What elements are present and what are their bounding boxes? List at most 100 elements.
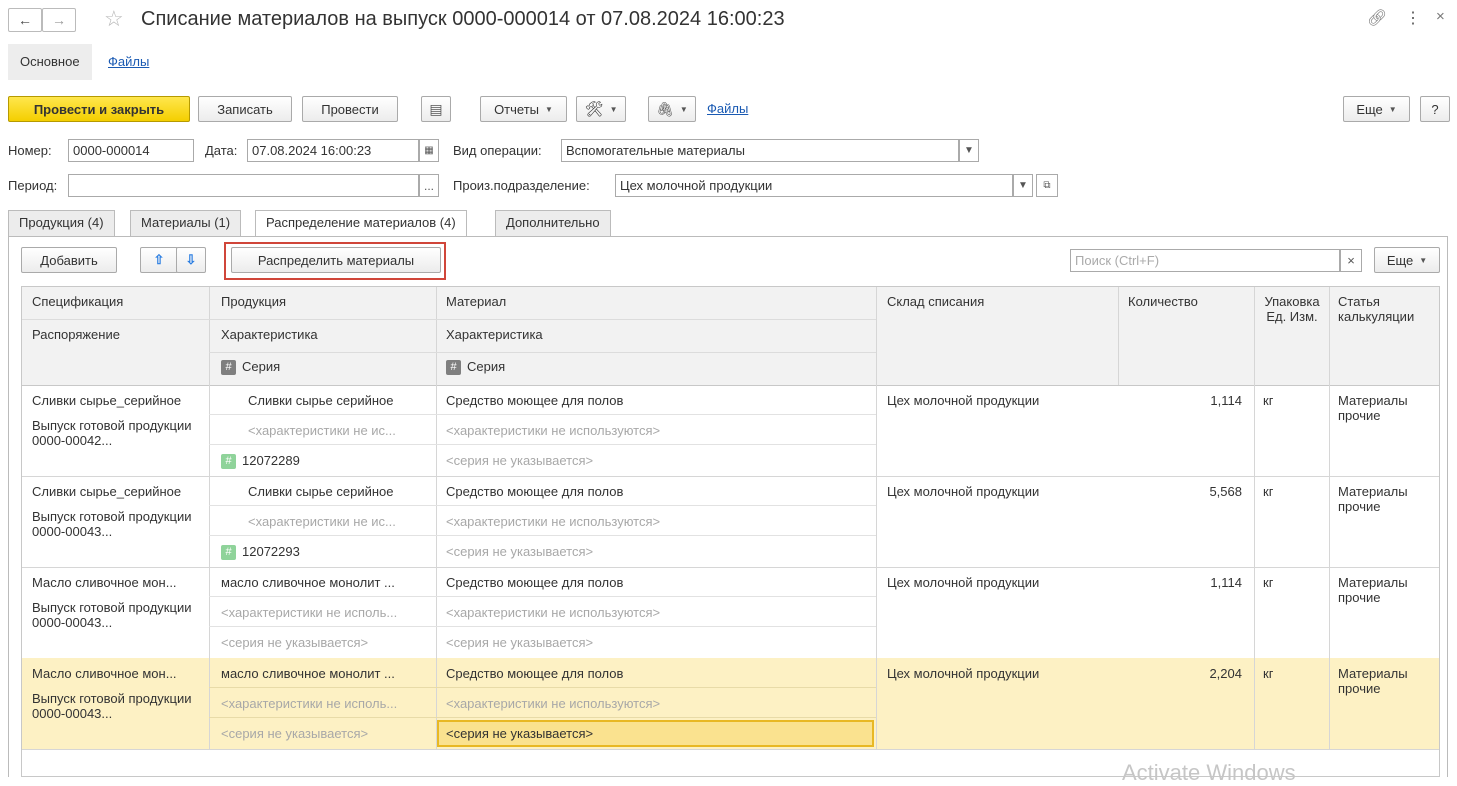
- quantity-cell: 1,114: [1210, 575, 1242, 590]
- cost-item-cell: Материалы прочие: [1338, 393, 1408, 423]
- material-series-cell: <серия не указывается>: [446, 544, 594, 559]
- col-warehouse[interactable]: Склад списания: [887, 294, 984, 309]
- chevron-down-icon: ▼: [609, 104, 618, 114]
- tools-button[interactable]: 🛠︎ ▼: [576, 96, 626, 122]
- col-quantity[interactable]: Количество: [1128, 294, 1198, 309]
- col-product-series[interactable]: # Серия: [221, 359, 280, 376]
- link-icon[interactable]: 🔗︎: [1367, 8, 1387, 28]
- product-cell: Сливки сырье серийное: [248, 393, 394, 408]
- product-cell: масло сливочное монолит ...: [221, 575, 395, 590]
- more-button[interactable]: Еще ▼: [1343, 96, 1410, 122]
- warehouse-cell: Цех молочной продукции: [887, 393, 1040, 408]
- spec-cell: Масло сливочное мон...: [32, 666, 177, 681]
- unit-cell: кг: [1263, 666, 1274, 681]
- material-cell: Средство моющее для полов: [446, 393, 624, 408]
- save-button[interactable]: Записать: [198, 96, 292, 122]
- tab-main[interactable]: Основное: [8, 44, 92, 80]
- chevron-down-icon: ▼: [1388, 104, 1397, 114]
- material-char-cell: <характеристики не используются>: [446, 423, 661, 438]
- move-down-button[interactable]: ⇩: [176, 247, 206, 273]
- tab-materials[interactable]: Материалы (1): [130, 210, 242, 236]
- warehouse-cell: Цех молочной продукции: [887, 575, 1040, 590]
- product-cell: Сливки сырье серийное: [248, 484, 394, 499]
- open-icon[interactable]: ⧉: [1036, 174, 1058, 197]
- table-row-selected[interactable]: Масло сливочное мон... Выпуск готовой пр…: [22, 658, 1439, 750]
- search-input[interactable]: Поиск (Ctrl+F): [1070, 249, 1340, 272]
- tab-additional[interactable]: Дополнительно: [495, 210, 611, 236]
- product-char-cell: <характеристики не ис...: [248, 423, 396, 438]
- col-material[interactable]: Материал: [446, 294, 506, 309]
- hash-icon: #: [221, 545, 236, 561]
- chevron-down-icon: ▼: [545, 104, 553, 114]
- division-label: Произ.подразделение:: [453, 178, 590, 193]
- arrow-down-icon: ⇩: [185, 252, 197, 267]
- menu-dots-icon[interactable]: ⋮: [1405, 8, 1421, 28]
- add-button[interactable]: Добавить: [21, 247, 117, 273]
- product-cell: масло сливочное монолит ...: [221, 666, 395, 681]
- chevron-down-icon[interactable]: ▼: [959, 139, 979, 162]
- material-char-cell: <характеристики не используются>: [446, 514, 661, 529]
- arrow-up-icon: ⇧: [153, 252, 165, 267]
- forward-button[interactable]: →: [42, 8, 76, 32]
- hash-icon: #: [446, 360, 461, 376]
- files-link[interactable]: Файлы: [707, 101, 748, 116]
- close-icon[interactable]: ×: [1436, 8, 1445, 25]
- calendar-icon[interactable]: ▦: [419, 139, 439, 162]
- cost-item-cell: Материалы прочие: [1338, 575, 1408, 605]
- tab-products[interactable]: Продукция (4): [8, 210, 115, 236]
- star-icon[interactable]: ☆: [104, 6, 124, 32]
- period-field[interactable]: [68, 174, 419, 197]
- unit-cell: кг: [1263, 484, 1274, 499]
- col-cost-item[interactable]: Статья калькуляции: [1338, 294, 1438, 324]
- order-cell: Выпуск готовой продукции 0000-00043...: [32, 691, 192, 721]
- material-series-cell: <серия не указывается>: [446, 635, 594, 650]
- reports-label: Отчеты: [494, 101, 539, 117]
- table-row[interactable]: Сливки сырье_серийное Выпуск готовой про…: [22, 385, 1439, 477]
- tab-distribution[interactable]: Распределение материалов (4): [255, 210, 467, 237]
- product-char-cell: <характеристики не исполь...: [221, 605, 398, 620]
- material-cell: Средство моющее для полов: [446, 575, 624, 590]
- col-product-char[interactable]: Характеристика: [221, 327, 318, 342]
- operation-field[interactable]: Вспомогательные материалы: [561, 139, 959, 162]
- col-spec[interactable]: Спецификация: [32, 294, 123, 309]
- post-button[interactable]: Провести: [302, 96, 398, 122]
- reports-button[interactable]: Отчеты ▼: [480, 96, 567, 122]
- table-header: Спецификация Распоряжение Продукция Хара…: [22, 287, 1439, 386]
- date-label: Дата:: [205, 143, 238, 158]
- col-product[interactable]: Продукция: [221, 294, 286, 309]
- order-cell: Выпуск готовой продукции 0000-00042...: [32, 418, 192, 448]
- material-series-cell: <серия не указывается>: [446, 453, 594, 468]
- division-field[interactable]: Цех молочной продукции: [615, 174, 1013, 197]
- help-button[interactable]: ?: [1420, 96, 1450, 122]
- document-icon-button[interactable]: ▤: [421, 96, 451, 122]
- more-label: Еще: [1356, 101, 1383, 117]
- period-select-button[interactable]: ...: [419, 174, 439, 197]
- grid-more-button[interactable]: Еще ▼: [1374, 247, 1440, 273]
- chevron-down-icon[interactable]: ▼: [1013, 174, 1033, 197]
- product-series-cell: <серия не указывается>: [221, 726, 369, 741]
- quantity-cell: 2,204: [1209, 666, 1242, 681]
- col-material-series[interactable]: # Серия: [446, 359, 505, 376]
- activation-watermark: Activate Windows: [1122, 760, 1296, 785]
- product-char-cell: <характеристики не ис...: [248, 514, 396, 529]
- date-field[interactable]: 07.08.2024 16:00:23: [247, 139, 419, 162]
- material-cell: Средство моющее для полов: [446, 666, 624, 681]
- col-package[interactable]: Упаковка Ед. Изм.: [1260, 294, 1324, 324]
- table-row[interactable]: Сливки сырье_серийное Выпуск готовой про…: [22, 476, 1439, 568]
- tab-files[interactable]: Файлы: [96, 44, 161, 80]
- col-order[interactable]: Распоряжение: [32, 327, 120, 342]
- number-field[interactable]: 0000-000014: [68, 139, 194, 162]
- attachment-button[interactable]: 🖇︎ ▼: [648, 96, 696, 122]
- clear-search-button[interactable]: ×: [1340, 249, 1362, 272]
- move-up-button[interactable]: ⇧: [140, 247, 178, 273]
- distribute-materials-button[interactable]: Распределить материалы: [231, 247, 441, 273]
- post-and-close-button[interactable]: Провести и закрыть: [8, 96, 190, 122]
- operation-label: Вид операции:: [453, 143, 542, 158]
- warehouse-cell: Цех молочной продукции: [887, 484, 1040, 499]
- hash-icon: #: [221, 454, 236, 470]
- arrow-left-icon: ←: [18, 12, 32, 28]
- arrow-right-icon: →: [52, 12, 66, 28]
- col-material-char[interactable]: Характеристика: [446, 327, 543, 342]
- back-button[interactable]: ←: [8, 8, 42, 32]
- table-row[interactable]: Масло сливочное мон... Выпуск готовой пр…: [22, 567, 1439, 659]
